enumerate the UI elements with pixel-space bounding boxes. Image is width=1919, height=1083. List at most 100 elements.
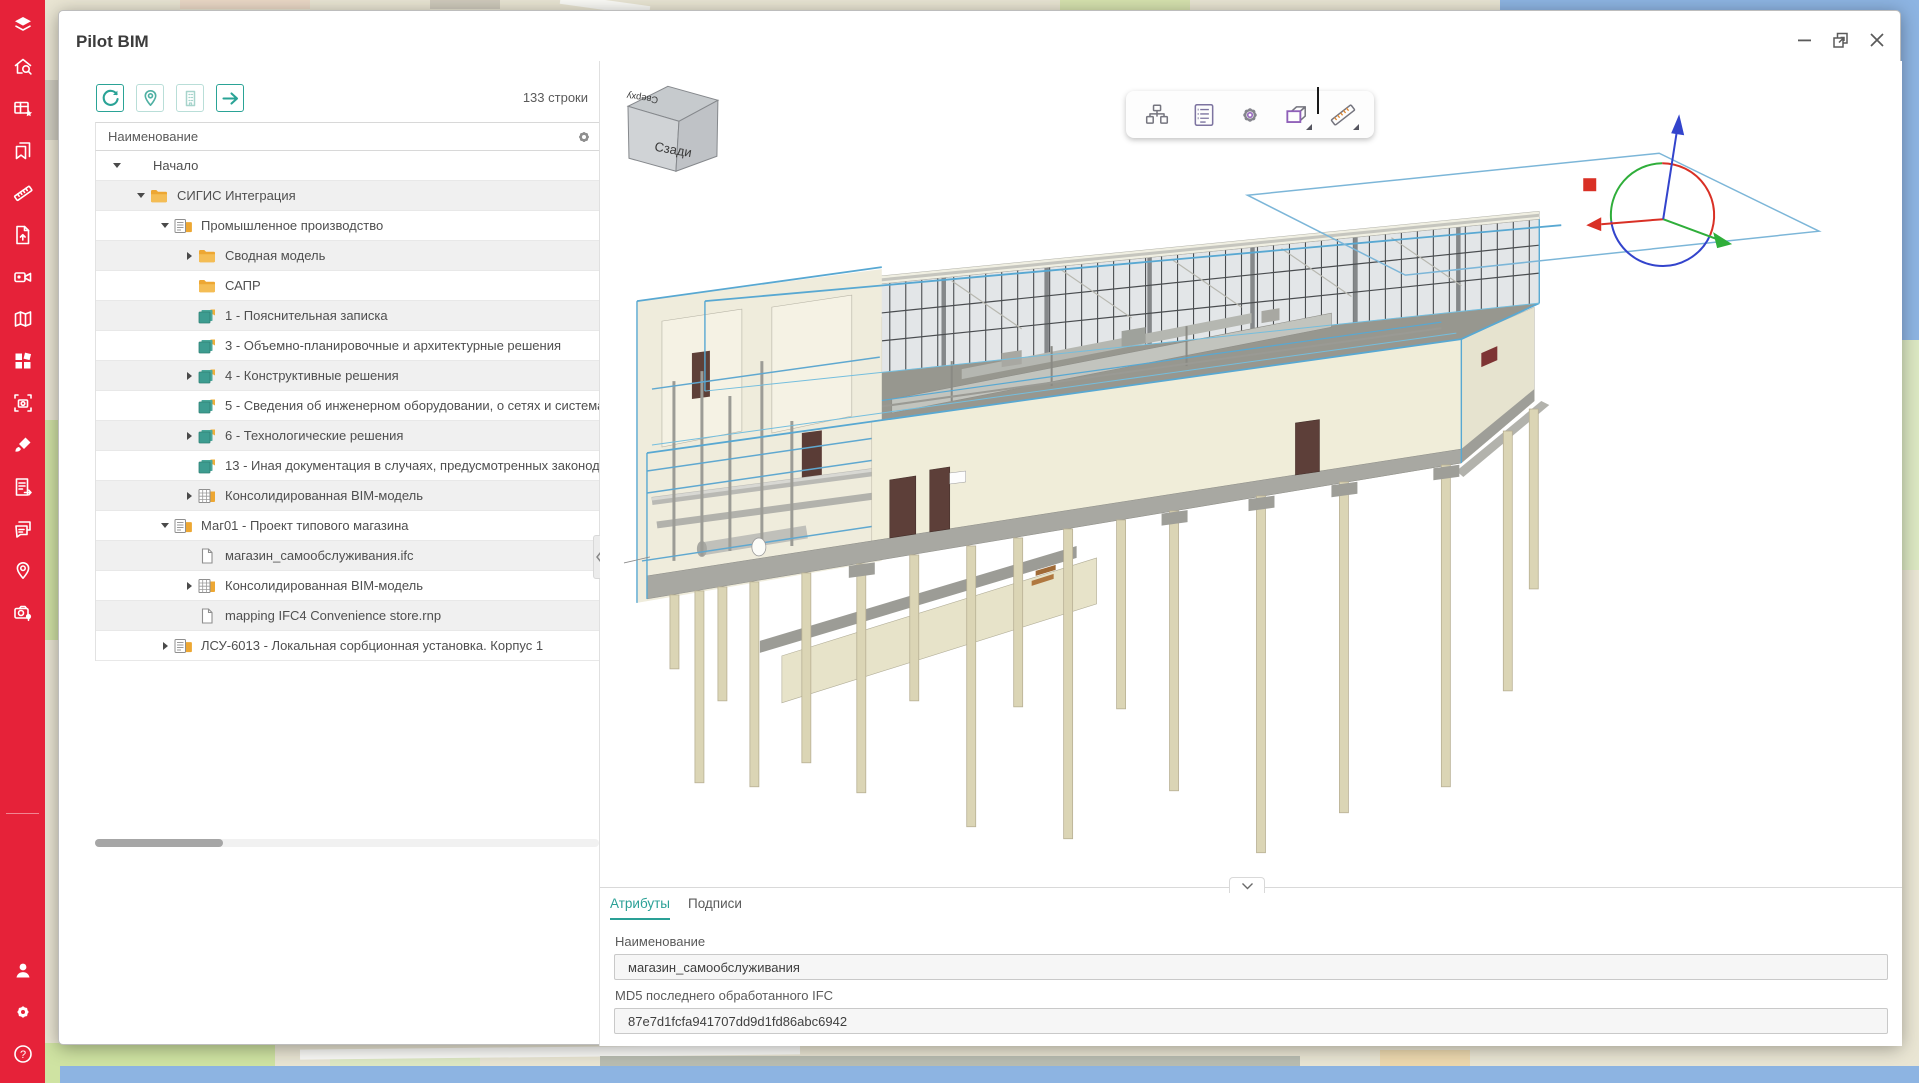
tree-item[interactable]: магазин_самообслуживания.ifc — [96, 541, 599, 571]
tab-active[interactable]: Атрибуты — [610, 896, 670, 920]
bookmark-pages-icon[interactable] — [12, 140, 34, 162]
attr-field-label: MD5 последнего обработанного IFC — [615, 988, 1888, 1003]
expand-arrow-icon[interactable] — [132, 193, 150, 198]
tree-item[interactable]: 3 - Объемно-планировочные и архитектурны… — [96, 331, 599, 361]
tree-item-label: 5 - Сведения об инженерном оборудовании,… — [225, 398, 599, 413]
expand-arrow-icon[interactable] — [180, 432, 198, 440]
tree-item[interactable]: Консолидированная BIM-модель — [96, 571, 599, 601]
location-pin-icon[interactable] — [12, 560, 34, 582]
tree-item-label: 4 - Конструктивные решения — [225, 368, 399, 383]
expand-arrow-icon[interactable] — [156, 223, 174, 228]
tree-item[interactable]: 1 - Пояснительная записка — [96, 301, 599, 331]
tree-item[interactable]: Начало — [96, 151, 599, 181]
navigation-cube[interactable]: Сзади Сверху — [626, 86, 718, 171]
tree-item[interactable]: 6 - Технологические решения — [96, 421, 599, 451]
text-caret — [1317, 87, 1319, 114]
minimize-button[interactable] — [1794, 29, 1816, 51]
home-search-icon[interactable] — [12, 56, 34, 78]
tree-item[interactable]: 13 - Иная документация в случаях, предус… — [96, 451, 599, 481]
tree-item-label: САПР — [225, 278, 261, 293]
map-icon[interactable] — [12, 308, 34, 330]
section-cube-tool-button[interactable] — [1279, 98, 1313, 132]
expand-arrow-icon[interactable] — [108, 163, 126, 168]
row-count-label: 133 строки — [389, 90, 588, 105]
attr-field-input[interactable] — [614, 954, 1888, 980]
tree-item[interactable]: Сводная модель — [96, 241, 599, 271]
plane-handle[interactable] — [1583, 178, 1596, 191]
camera-pin-icon[interactable] — [12, 602, 34, 624]
paintbrush-icon[interactable] — [12, 434, 34, 456]
tree-item-label: магазин_самообслуживания.ifc — [225, 548, 414, 563]
document-export-icon[interactable] — [12, 476, 34, 498]
tree-item[interactable]: Маг01 - Проект типового магазина — [96, 511, 599, 541]
blocks-icon[interactable] — [12, 350, 34, 372]
tree-view: Начало СИГИС Интеграция Промышленное произ… — [95, 151, 599, 661]
location-pin-button[interactable] — [136, 84, 164, 112]
ruler-icon[interactable] — [12, 182, 34, 204]
collapse-attributes-button[interactable] — [1229, 877, 1265, 893]
expand-arrow-icon[interactable] — [180, 492, 198, 500]
dropdown-corner-icon — [1306, 124, 1312, 130]
expand-arrow-icon[interactable] — [180, 252, 198, 260]
table-star-icon[interactable] — [12, 98, 34, 120]
tree-item[interactable]: Консолидированная BIM-модель — [96, 481, 599, 511]
tree-item[interactable]: ЛСУ-6013 - Локальная сорбционная установ… — [96, 631, 599, 661]
tree-item[interactable]: mapping IFC4 Convenience store.rnp — [96, 601, 599, 631]
camera-selection-icon[interactable] — [12, 392, 34, 414]
tree-item-label: Маг01 - Проект типового магазина — [201, 518, 409, 533]
expand-arrow-icon[interactable] — [180, 372, 198, 380]
svg-text:?: ? — [19, 1049, 25, 1061]
tree-item[interactable]: 4 - Конструктивные решения — [96, 361, 599, 391]
scrollbar-thumb[interactable] — [95, 839, 223, 847]
file-icon — [198, 608, 220, 624]
model-3d-viewport[interactable]: Сзади Сверху — [600, 61, 1902, 887]
arrow-right-button[interactable] — [216, 84, 244, 112]
video-pin-icon[interactable] — [12, 266, 34, 288]
settings-icon[interactable] — [12, 1001, 34, 1023]
desktop-screen: ? Pilot BIM 133 строки Наименование Нача… — [0, 0, 1919, 1083]
tree-settings-gear-icon[interactable] — [574, 127, 594, 147]
app-sidebar: ? — [0, 0, 45, 1083]
bim-icon — [198, 578, 220, 594]
tab-inactive[interactable]: Подписи — [688, 896, 742, 920]
cube-top-label: Сверху — [626, 90, 659, 105]
ruler-tool-button[interactable] — [1326, 98, 1360, 132]
tree-item-label: Сводная модель — [225, 248, 325, 263]
pilot-bim-window: Pilot BIM 133 строки Наименование Начало… — [58, 10, 1901, 1045]
tree-item-label: Начало — [153, 158, 198, 173]
tree-item[interactable]: Промышленное производство — [96, 211, 599, 241]
list-tool-button[interactable] — [1187, 98, 1221, 132]
settings-tool-button[interactable] — [1233, 98, 1267, 132]
project-icon — [174, 518, 196, 534]
door — [890, 476, 916, 538]
expand-arrow-icon[interactable] — [156, 642, 174, 650]
restore-button[interactable] — [1830, 29, 1852, 51]
bim-model-render[interactable]: Сзади Сверху — [600, 61, 1902, 887]
attributes-panel: АтрибутыПодписи НаименованиеMD5 последне… — [600, 887, 1902, 1046]
user-icon[interactable] — [12, 959, 34, 981]
tree-horizontal-scrollbar[interactable] — [95, 839, 599, 847]
chat-icon[interactable] — [12, 518, 34, 540]
window-title: Pilot BIM — [76, 32, 149, 52]
project-icon — [174, 638, 196, 654]
tree-item[interactable]: 5 - Сведения об инженерном оборудовании,… — [96, 391, 599, 421]
tree-column-header: Наименование — [95, 122, 599, 151]
tree-item[interactable]: СИГИС Интеграция — [96, 181, 599, 211]
help-icon[interactable]: ? — [12, 1043, 34, 1065]
tree-item[interactable]: САПР — [96, 271, 599, 301]
project-icon — [174, 218, 196, 234]
attr-field-input[interactable] — [614, 1008, 1888, 1034]
tree-item-label: Промышленное производство — [201, 218, 383, 233]
close-button[interactable] — [1866, 29, 1888, 51]
building-button[interactable] — [176, 84, 204, 112]
door — [1295, 420, 1319, 475]
docs-icon — [198, 308, 220, 324]
tree-item-label: 13 - Иная документация в случаях, предус… — [225, 458, 599, 473]
expand-arrow-icon[interactable] — [180, 582, 198, 590]
expand-arrow-icon[interactable] — [156, 523, 174, 528]
tree-item-label: mapping IFC4 Convenience store.rnp — [225, 608, 441, 623]
hierarchy-tool-button[interactable] — [1140, 98, 1174, 132]
file-upload-icon[interactable] — [12, 224, 34, 246]
layers-icon[interactable] — [12, 14, 34, 36]
refresh-button[interactable] — [96, 84, 124, 112]
